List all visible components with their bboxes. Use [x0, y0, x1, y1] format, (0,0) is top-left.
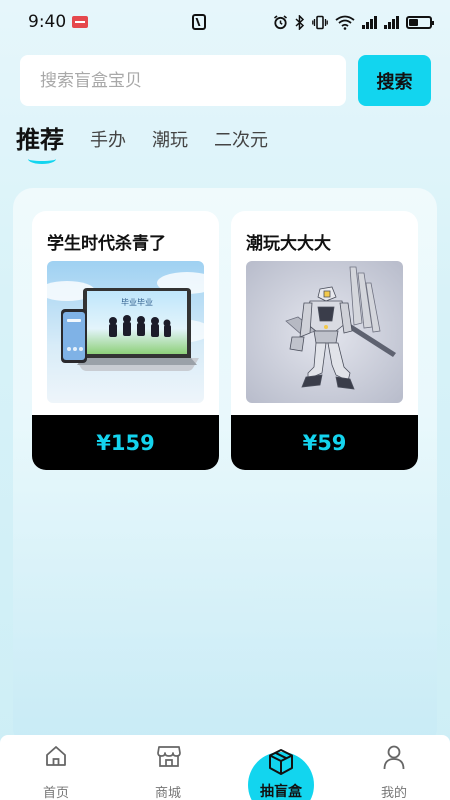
- product-image-robot: [246, 261, 403, 403]
- nav-mine-label: 我的: [380, 786, 407, 800]
- category-tabs: 推荐 手办 潮玩 二次元: [16, 118, 294, 168]
- tab-figures[interactable]: 手办: [90, 118, 126, 152]
- home-icon: [46, 746, 66, 766]
- search-input[interactable]: [20, 55, 346, 106]
- product-card[interactable]: 学生时代杀青了 毕业毕业 ¥159: [32, 211, 219, 470]
- tab-anime[interactable]: 二次元: [214, 118, 268, 152]
- user-icon: [383, 745, 405, 770]
- nav-shop-label: 商城: [154, 786, 181, 800]
- box-icon: [269, 749, 293, 775]
- notification-badge-icon: [72, 16, 89, 28]
- laptop-screen-text: 毕业毕业: [121, 297, 153, 307]
- tab-label: 推荐: [16, 126, 64, 154]
- vibrate-icon: [312, 15, 328, 29]
- signal-icon: [362, 15, 377, 29]
- product-image-laptop: 毕业毕业: [47, 261, 204, 403]
- tab-label: 潮玩: [152, 130, 188, 151]
- status-time: 9:40: [28, 12, 67, 32]
- tab-recommend[interactable]: 推荐: [16, 118, 64, 164]
- nav-home[interactable]: 首页: [16, 735, 96, 800]
- product-price: ¥59: [231, 415, 418, 470]
- status-bar: 9:40: [0, 0, 450, 44]
- signal-icon: [384, 15, 399, 29]
- product-title: 潮玩大大大: [246, 234, 331, 254]
- alarm-icon: [274, 14, 287, 29]
- bluetooth-icon: [295, 14, 305, 30]
- status-icons: [192, 14, 434, 30]
- store-icon: [157, 746, 181, 767]
- tab-trendy-toys[interactable]: 潮玩: [152, 118, 188, 152]
- nav-home-label: 首页: [42, 786, 69, 800]
- wifi-icon: [335, 15, 355, 30]
- search-button[interactable]: 搜索: [358, 55, 431, 106]
- bottom-nav: 首页 商城 我的: [0, 735, 450, 800]
- nav-mine[interactable]: 我的: [354, 735, 434, 800]
- product-card[interactable]: 潮玩大大大 ¥59: [231, 211, 418, 470]
- tab-label: 手办: [90, 130, 126, 151]
- nav-blind-box-label: 抽盲盒: [260, 784, 302, 800]
- tab-label: 二次元: [214, 130, 268, 151]
- product-price: ¥159: [32, 415, 219, 470]
- product-title: 学生时代杀青了: [47, 234, 166, 254]
- battery-icon: [406, 15, 434, 29]
- nfc-icon: [192, 14, 206, 30]
- active-tab-indicator: [28, 154, 56, 164]
- nav-shop[interactable]: 商城: [128, 735, 208, 800]
- search-bar: 搜索: [20, 55, 431, 106]
